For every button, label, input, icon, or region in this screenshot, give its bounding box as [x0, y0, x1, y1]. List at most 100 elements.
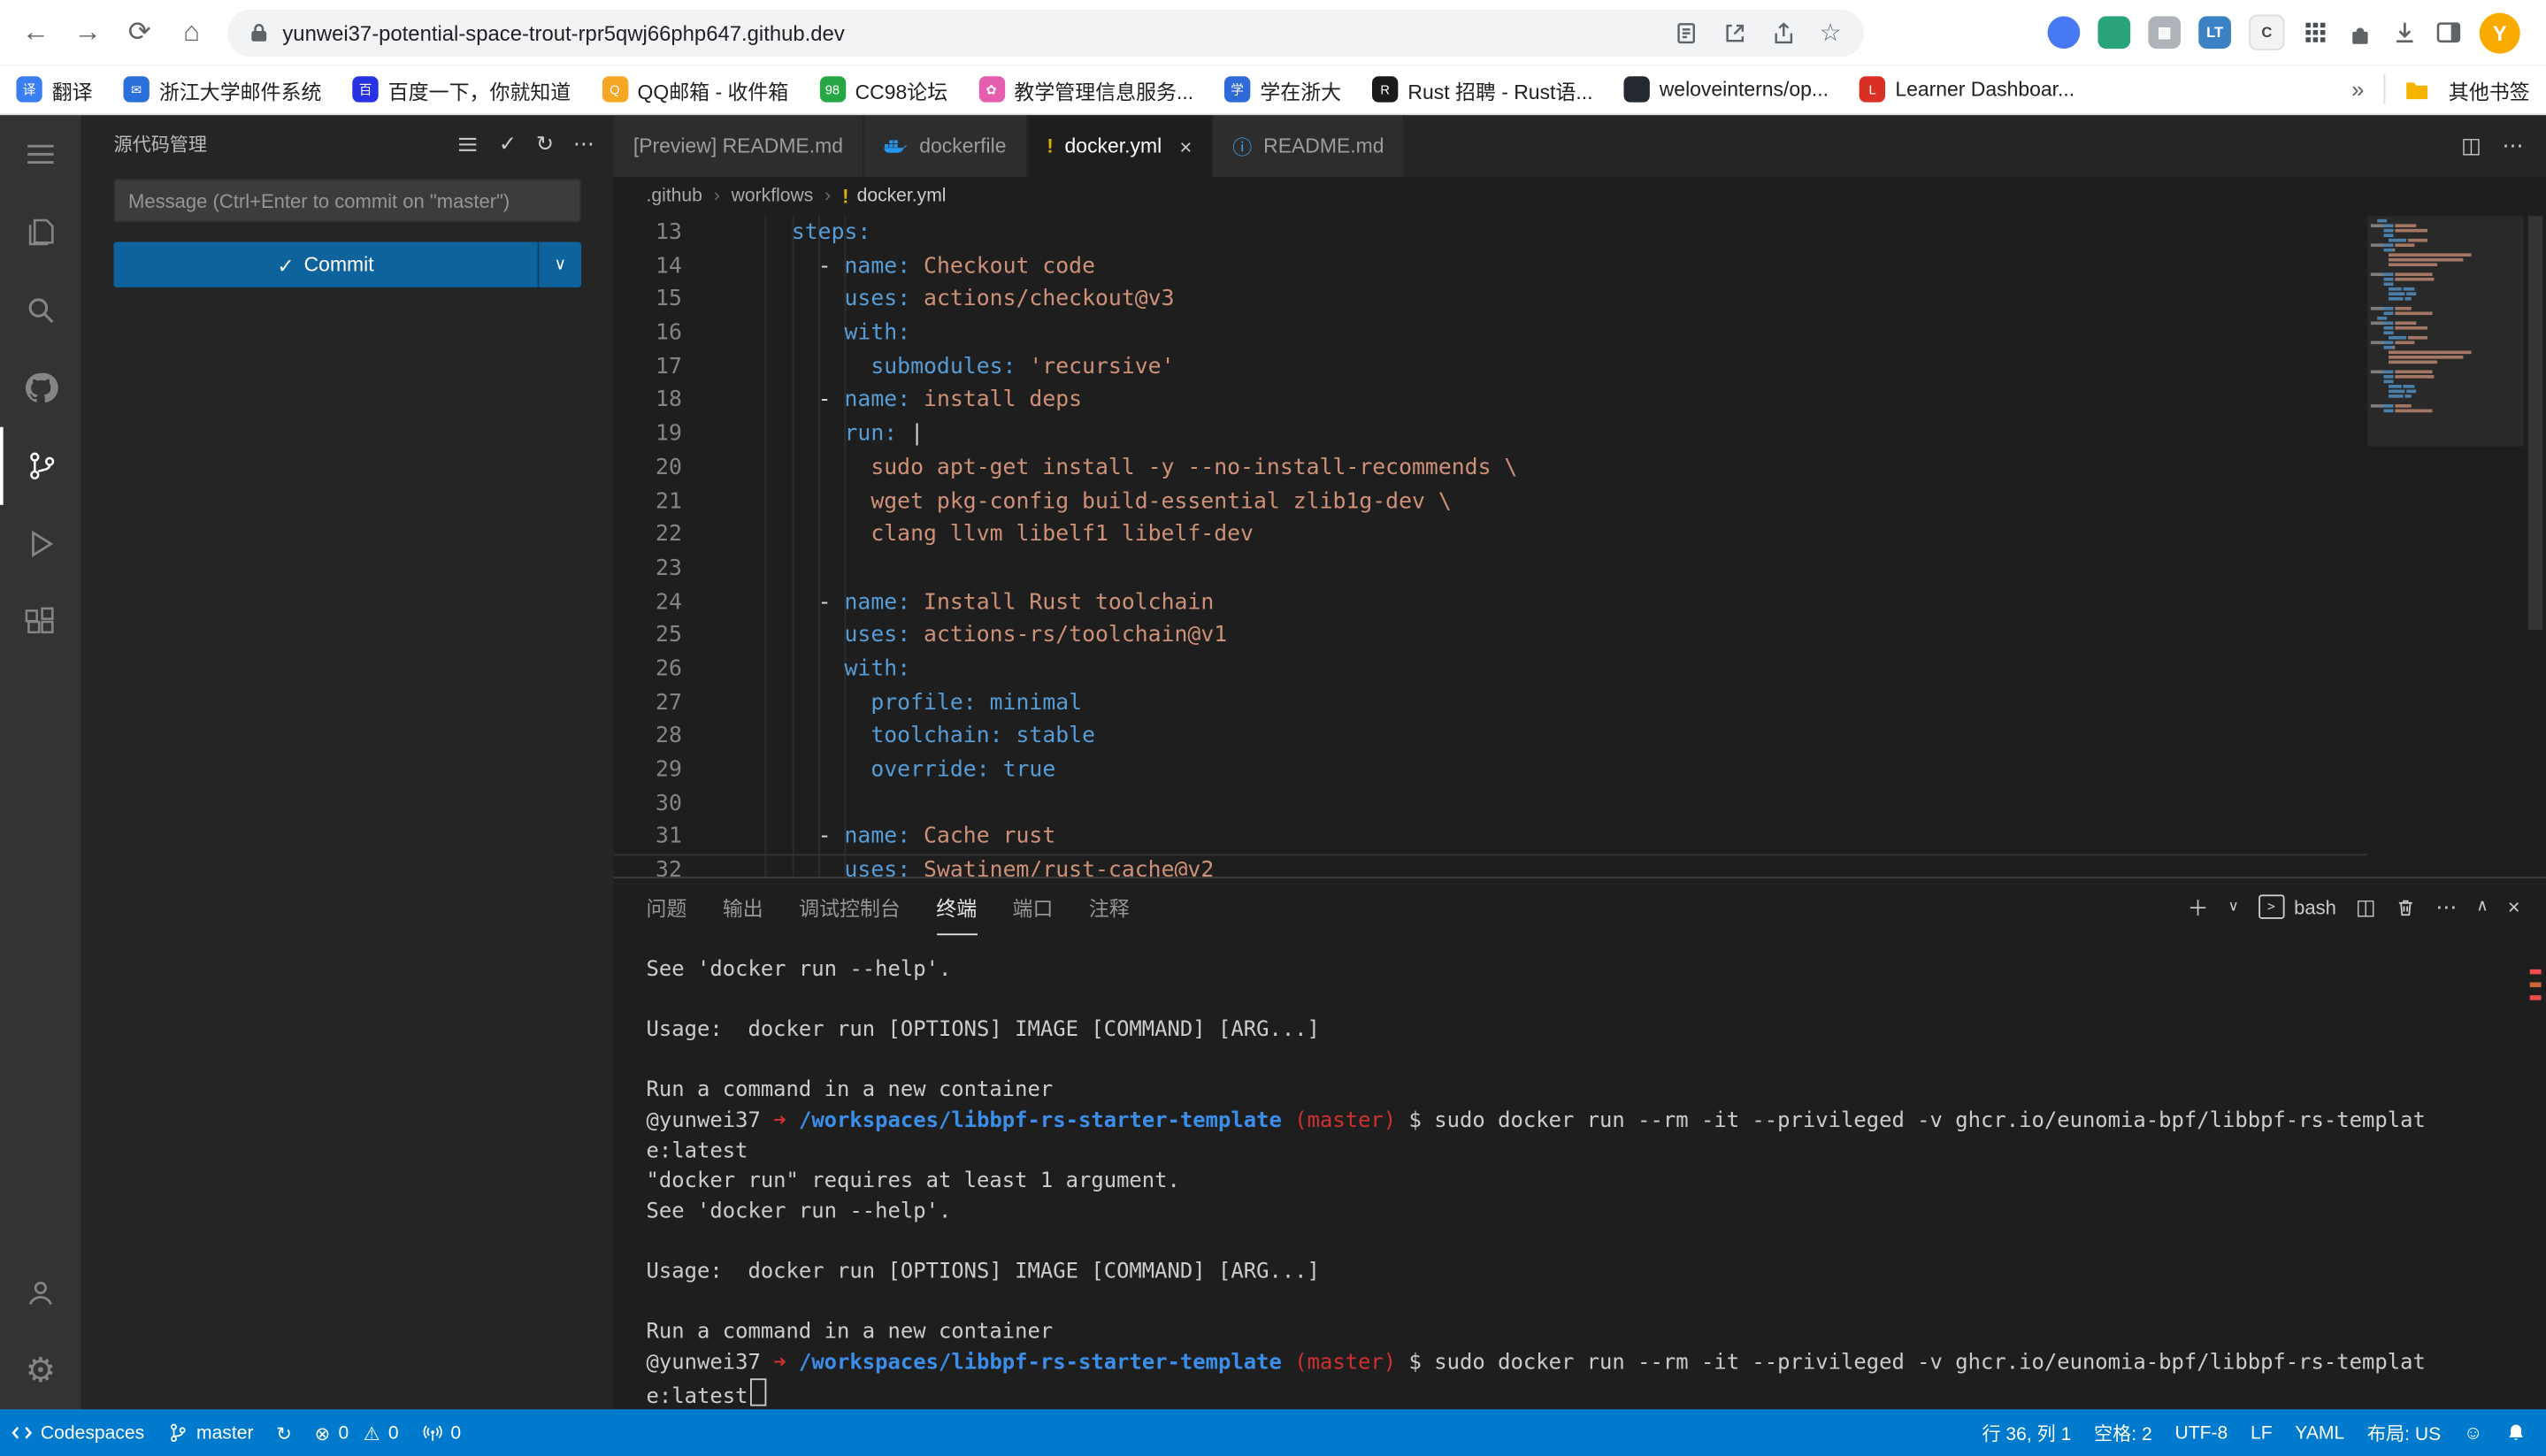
- sync-icon[interactable]: ↻: [265, 1409, 303, 1456]
- branch-indicator[interactable]: master: [156, 1409, 265, 1456]
- status-item[interactable]: YAML: [2283, 1409, 2356, 1456]
- commit-message-input[interactable]: [113, 179, 581, 223]
- bookmark-item[interactable]: 译翻译: [16, 74, 92, 105]
- status-item[interactable]: 行 36, 列 1: [1971, 1409, 2083, 1456]
- open-in-new-icon[interactable]: [1722, 20, 1747, 45]
- new-terminal-icon[interactable]: ＋: [2188, 892, 2209, 923]
- code-line[interactable]: 25 uses: actions-rs/toolchain@v1: [614, 619, 2546, 653]
- problems-indicator[interactable]: ⊗0 ⚠0: [303, 1409, 410, 1456]
- commit-dropdown-chevron[interactable]: ∨: [538, 241, 582, 287]
- tab-dockerfile[interactable]: dockerfile: [864, 115, 1027, 177]
- back-icon[interactable]: ←: [10, 6, 62, 58]
- terminal-dropdown-chevron[interactable]: ∨: [2228, 898, 2239, 916]
- more-actions-icon[interactable]: ⋯: [573, 131, 594, 157]
- split-editor-icon[interactable]: ◫: [2461, 134, 2481, 159]
- code-line[interactable]: 28 toolchain: stable: [614, 720, 2546, 754]
- shell-selector[interactable]: > bash: [2258, 894, 2336, 919]
- extensions-icon[interactable]: [0, 583, 81, 661]
- refresh-icon[interactable]: ⟳: [113, 6, 165, 58]
- commit-button[interactable]: ✓Commit ∨: [113, 241, 581, 287]
- bookmark-item[interactable]: weloveinterns/op...: [1623, 76, 1829, 102]
- bookmark-item[interactable]: 98CC98论坛: [819, 74, 947, 105]
- menu-hamburger-icon[interactable]: [0, 115, 81, 193]
- tab--preview-readme-md[interactable]: [Preview] README.md: [614, 115, 864, 177]
- panel-tab-输出[interactable]: 输出: [723, 878, 763, 935]
- search-icon[interactable]: [0, 272, 81, 349]
- breadcrumb-item[interactable]: .github: [647, 187, 702, 206]
- address-bar[interactable]: yunwei37-potential-space-trout-rpr5qwj66…: [227, 9, 1864, 56]
- bookmarks-overflow-chevron[interactable]: »: [2351, 76, 2364, 102]
- settings-gear-icon[interactable]: ⚙: [0, 1331, 81, 1409]
- extension-icon-languagetool[interactable]: LT: [2198, 16, 2231, 49]
- code-line[interactable]: 21 wget pkg-config build-essential zlib1…: [614, 485, 2546, 518]
- code-line[interactable]: 31 - name: Cache rust: [614, 821, 2546, 854]
- maximize-panel-icon[interactable]: ∧: [2476, 898, 2488, 916]
- extensions-puzzle-icon[interactable]: [2346, 19, 2373, 46]
- breadcrumb-item[interactable]: workflows: [732, 187, 814, 206]
- forward-icon[interactable]: →: [62, 6, 114, 58]
- profile-avatar[interactable]: Y: [2480, 12, 2520, 53]
- extension-icon-3[interactable]: ▦: [2148, 16, 2181, 49]
- run-debug-icon[interactable]: [0, 505, 81, 583]
- bookmark-item[interactable]: ✉浙江大学邮件系统: [124, 74, 322, 105]
- code-line[interactable]: 27 profile: minimal: [614, 686, 2546, 720]
- code-line[interactable]: 18 - name: install deps: [614, 384, 2546, 418]
- code-line[interactable]: 14 - name: Checkout code: [614, 249, 2546, 283]
- editor-more-icon[interactable]: ⋯: [2503, 134, 2524, 159]
- terminal[interactable]: See 'docker run --help'.Usage: docker ru…: [647, 935, 2524, 1409]
- bookmark-item[interactable]: ✿教学管理信息服务...: [978, 74, 1193, 105]
- apps-grid-icon[interactable]: [2303, 19, 2328, 45]
- code-line[interactable]: 20 sudo apt-get install -y --no-install-…: [614, 451, 2546, 485]
- tab-readme-md[interactable]: ⓘREADME.md: [1213, 115, 1405, 177]
- account-icon[interactable]: [0, 1253, 81, 1331]
- tab-close-icon[interactable]: ×: [1179, 134, 1192, 158]
- notifications-bell-icon[interactable]: [2494, 1409, 2546, 1456]
- breadcrumb-file[interactable]: !docker.yml: [842, 185, 946, 208]
- github-icon[interactable]: [0, 349, 81, 427]
- panel-more-icon[interactable]: ⋯: [2435, 893, 2457, 919]
- code-line[interactable]: 24 - name: Install Rust toolchain: [614, 586, 2546, 619]
- status-item[interactable]: UTF-8: [2164, 1409, 2240, 1456]
- extension-icon-1[interactable]: [2048, 16, 2081, 49]
- source-control-icon[interactable]: [0, 427, 81, 505]
- ports-indicator[interactable]: 0: [410, 1409, 472, 1456]
- code-line[interactable]: 22 clang llvm libelf1 libelf-dev: [614, 518, 2546, 552]
- bookmark-item[interactable]: 学学在浙大: [1224, 74, 1341, 105]
- code-line[interactable]: 19 run: |: [614, 418, 2546, 451]
- other-bookmarks-label[interactable]: 其他书签: [2449, 74, 2530, 105]
- tab-docker-yml[interactable]: !docker.yml×: [1027, 115, 1213, 177]
- status-item[interactable]: LF: [2239, 1409, 2283, 1456]
- status-item[interactable]: 空格: 2: [2082, 1409, 2163, 1456]
- kill-terminal-icon[interactable]: [2396, 895, 2417, 918]
- bookmark-item[interactable]: 百百度一下，你就知道: [352, 74, 571, 105]
- panel-tab-端口[interactable]: 端口: [1013, 878, 1054, 935]
- panel-tab-注释[interactable]: 注释: [1089, 878, 1130, 935]
- view-as-list-icon[interactable]: [456, 133, 479, 156]
- extension-icon-4[interactable]: C: [2249, 15, 2284, 50]
- bookmark-item[interactable]: LLearner Dashboar...: [1860, 76, 2074, 102]
- extension-icon-2[interactable]: [2097, 16, 2130, 49]
- feedback-icon[interactable]: ☺: [2452, 1409, 2494, 1456]
- downloads-icon[interactable]: [2392, 19, 2418, 45]
- panel-tab-终端[interactable]: 终端: [936, 878, 977, 935]
- code-line[interactable]: 13 steps:: [614, 216, 2546, 249]
- sidebar-toggle-icon[interactable]: [2435, 19, 2461, 45]
- explorer-icon[interactable]: [0, 193, 81, 271]
- code-line[interactable]: 29 override: true: [614, 754, 2546, 787]
- minimap[interactable]: [2371, 219, 2520, 414]
- bookmark-item[interactable]: QQQ邮箱 - 收件箱: [602, 74, 788, 105]
- panel-tab-问题[interactable]: 问题: [647, 878, 687, 935]
- split-terminal-icon[interactable]: ◫: [2356, 893, 2376, 919]
- refresh-icon-scm[interactable]: ↻: [536, 131, 554, 157]
- reading-list-icon[interactable]: [1674, 20, 1699, 45]
- code-line[interactable]: 16 with:: [614, 317, 2546, 350]
- status-item[interactable]: 布局: US: [2356, 1409, 2452, 1456]
- share-icon[interactable]: [1771, 20, 1796, 45]
- code-line[interactable]: 23: [614, 552, 2546, 586]
- code-line[interactable]: 30: [614, 787, 2546, 821]
- home-icon[interactable]: ⌂: [165, 6, 218, 58]
- code-line[interactable]: 17 submodules: 'recursive': [614, 350, 2546, 384]
- breadcrumb[interactable]: .github›workflows›!docker.yml: [614, 177, 2546, 216]
- code-line[interactable]: 15 uses: actions/checkout@v3: [614, 283, 2546, 317]
- close-panel-icon[interactable]: ×: [2508, 894, 2520, 919]
